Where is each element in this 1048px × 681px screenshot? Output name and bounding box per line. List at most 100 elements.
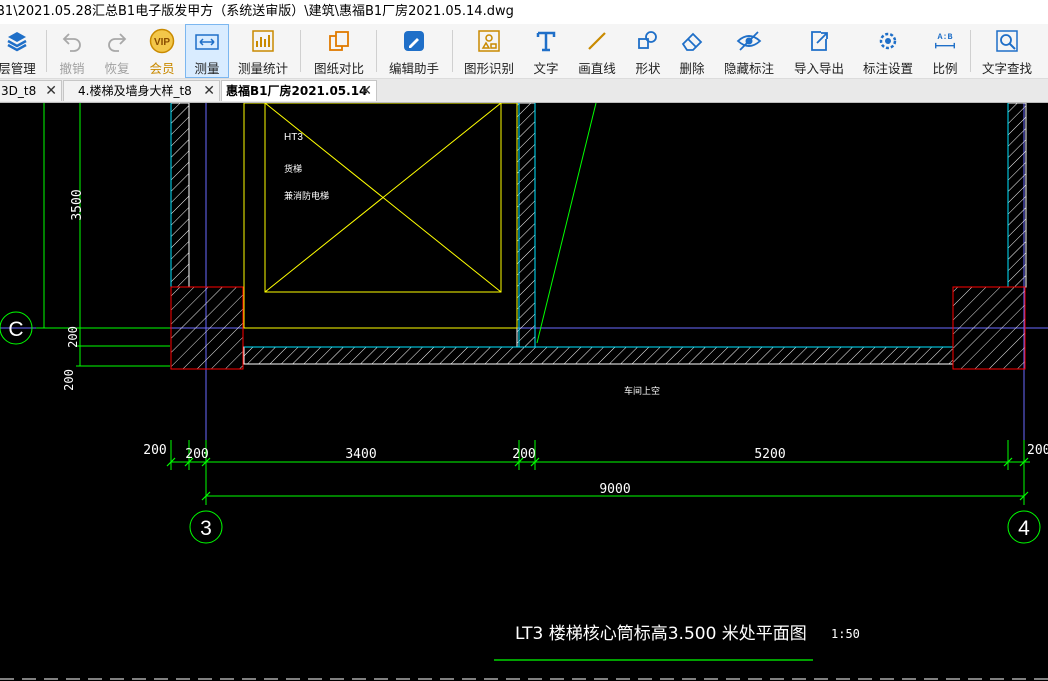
text-button[interactable]: 文字 [526, 24, 566, 78]
annotation-settings-button[interactable]: 标注设置 [858, 24, 918, 78]
lift-code-text: HT3 [284, 132, 303, 143]
tab-label: 3D_t8 [1, 84, 37, 98]
measure-stats-button[interactable]: 测量统计 [234, 24, 292, 78]
dimension-3400: 3400 [345, 447, 376, 462]
column-left [170, 286, 244, 370]
redo-label: 恢复 [104, 61, 130, 76]
line-icon [584, 28, 610, 54]
lift-type-text: 货梯 [284, 163, 302, 175]
wall-right [1007, 103, 1027, 288]
draw-line-label: 画直线 [578, 61, 616, 76]
layers-icon [4, 28, 30, 54]
toolbar-divider [376, 30, 377, 72]
measure-label: 测量 [194, 61, 220, 76]
text-search-label: 文字查找 [981, 61, 1032, 76]
tab-stair-details[interactable]: 4.楼梯及墙身大样_t8 ✕ [63, 80, 220, 101]
wall-bottom [243, 346, 954, 365]
layer-manage-label: 层管理 [0, 61, 36, 76]
window-title: B1\2021.05.28汇总B1电子版发甲方（系统送审版）\建筑\惠福B1厂房… [0, 4, 514, 19]
eraser-icon [679, 28, 705, 54]
hide-annotation-icon [736, 28, 762, 54]
grid-label-4: 4 [1018, 517, 1030, 540]
tab-3d-t8[interactable]: 3D_t8 ✕ [0, 80, 62, 101]
compare-button[interactable]: 图纸对比 [308, 24, 370, 78]
undo-button[interactable]: 撤销 [52, 24, 92, 78]
grid-label-3: 3 [200, 517, 212, 540]
lift-fire-text: 兼消防电梯 [284, 190, 329, 202]
hide-annotation-button[interactable]: 隐藏标注 [720, 24, 778, 78]
redo-icon [104, 28, 130, 54]
dimension-200-b: 200 [512, 447, 535, 462]
left-dimension-lines [36, 103, 170, 367]
redo-button[interactable]: 恢复 [97, 24, 137, 78]
toolbar-divider [970, 30, 971, 72]
shape-icon [635, 28, 661, 54]
import-export-button[interactable]: 导入导出 [790, 24, 848, 78]
text-search-button[interactable]: 文字查找 [978, 24, 1036, 78]
edit-assistant-label: 编辑助手 [388, 61, 439, 76]
close-icon[interactable]: ✕ [45, 81, 57, 101]
green-guide-line [536, 103, 597, 344]
scale-button[interactable]: A:B 比例 [926, 24, 964, 78]
close-icon[interactable]: ✕ [360, 81, 372, 101]
vip-badge-text: VIP [154, 37, 170, 48]
dimension-200-a: 200 [185, 447, 208, 462]
text-icon [533, 28, 559, 54]
dimension-200-left-a: 200 [66, 326, 80, 348]
grid-bubble-3: 3 [189, 510, 223, 544]
undo-icon [59, 28, 85, 54]
import-export-icon [806, 28, 832, 54]
grid-label-c: C [8, 318, 23, 341]
shape-button[interactable]: 形状 [628, 24, 668, 78]
toolbar-divider [300, 30, 301, 72]
window-titlebar: B1\2021.05.28汇总B1电子版发甲方（系统送审版）\建筑\惠福B1厂房… [0, 0, 1048, 24]
hide-annotation-label: 隐藏标注 [723, 61, 774, 76]
compare-icon [326, 28, 352, 54]
measure-stats-icon [250, 28, 276, 54]
layer-manage-button[interactable]: 层管理 [0, 24, 40, 78]
cad-canvas[interactable]: HT3 货梯 兼消防电梯 车间上空 3500 200 200 C 200 200… [0, 103, 1048, 681]
edit-assistant-icon [401, 28, 427, 54]
measure-button[interactable]: 测量 [185, 24, 229, 78]
plan-title: LT3 楼梯核心筒标高3.500 米处平面图 [515, 624, 807, 644]
annotation-settings-label: 标注设置 [862, 61, 913, 76]
tab-label: 4.楼梯及墙身大样_t8 [78, 84, 192, 98]
column-right [952, 286, 1026, 370]
tab-current-drawing[interactable]: 惠福B1厂房2021.05.14 ✕ [221, 80, 377, 101]
close-icon[interactable]: ✕ [203, 81, 215, 101]
scale-label: 比例 [932, 61, 958, 76]
vip-icon: VIP [149, 28, 175, 54]
plan-scale: 1:50 [831, 627, 860, 641]
import-export-label: 导入导出 [793, 61, 844, 76]
wall-core [516, 103, 536, 348]
draw-line-button[interactable]: 画直线 [574, 24, 620, 78]
shape-recognize-button[interactable]: 图形识别 [460, 24, 518, 78]
document-tab-bar: 3D_t8 ✕ 4.楼梯及墙身大样_t8 ✕ 惠福B1厂房2021.05.14 … [0, 79, 1048, 103]
text-search-icon [994, 28, 1020, 54]
dimension-5200: 5200 [754, 447, 785, 462]
toolbar-divider [452, 30, 453, 72]
dimension-200-left-bottom: 200 [143, 443, 166, 458]
shape-recognize-label: 图形识别 [463, 61, 514, 76]
compare-label: 图纸对比 [313, 61, 364, 76]
dimension-200-left-b: 200 [62, 369, 76, 391]
scale-icon: A:B [932, 28, 958, 54]
text-label: 文字 [533, 61, 559, 76]
grid-bubble-4: 4 [1007, 510, 1041, 544]
vip-label: 会员 [149, 61, 175, 76]
vip-button[interactable]: VIP 会员 [142, 24, 182, 78]
dimension-200-right: 200 [1027, 443, 1048, 458]
cad-drawing: HT3 货梯 兼消防电梯 车间上空 3500 200 200 C 200 200… [0, 103, 1048, 680]
delete-button[interactable]: 删除 [672, 24, 712, 78]
shape-recognize-icon [476, 28, 502, 54]
dimension-3500: 3500 [70, 189, 85, 220]
measure-icon [194, 29, 220, 54]
annotation-settings-icon [875, 28, 901, 54]
edit-assistant-button[interactable]: 编辑助手 [384, 24, 444, 78]
shape-label: 形状 [635, 61, 661, 76]
toolbar-divider [46, 30, 47, 72]
wall-left [170, 103, 190, 288]
tab-label: 惠福B1厂房2021.05.14 [226, 84, 368, 98]
scale-badge-text: A:B [937, 32, 952, 42]
room-note-text: 车间上空 [624, 385, 660, 397]
